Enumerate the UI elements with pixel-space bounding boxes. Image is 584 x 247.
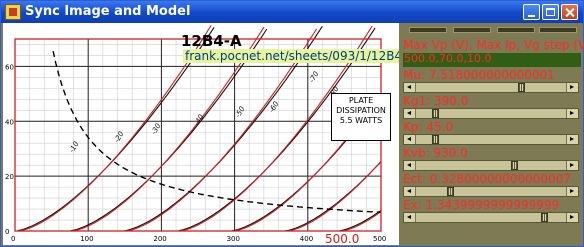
toggle-button[interactable]	[453, 27, 491, 33]
slider-thumb[interactable]	[432, 109, 439, 118]
y-tick-label: 40	[5, 118, 14, 126]
slider-thumb[interactable]	[518, 83, 525, 92]
curve-label: -50	[234, 105, 247, 119]
toggle-button[interactable]	[539, 27, 577, 33]
datasheet-title: 12B4-A	[181, 32, 242, 50]
slider-left-arrow-icon[interactable]	[404, 161, 416, 170]
toggle-button[interactable]	[409, 27, 447, 33]
slider-right-arrow-icon[interactable]	[566, 161, 578, 170]
param-label: Kp: 45.0	[403, 120, 454, 134]
toggle-row	[409, 27, 577, 33]
plate-box-line: DISSIPATION	[336, 106, 386, 115]
x-tick-label: 100	[80, 235, 93, 243]
param-slider[interactable]	[403, 108, 579, 119]
curve-label: -70	[308, 70, 321, 84]
curve-label: -30	[150, 122, 163, 136]
y-tick-label: 20	[5, 173, 14, 181]
plate-box-line: 5.5 WATTS	[339, 116, 383, 125]
slider-right-arrow-icon[interactable]	[566, 83, 578, 92]
param-label: Kvb: 930.0	[403, 146, 468, 160]
slider-left-arrow-icon[interactable]	[404, 213, 416, 222]
source-url-label: frank.pocnet.net/sheets/093/1/12B4A.pdf	[183, 49, 399, 63]
slider-left-arrow-icon[interactable]	[404, 83, 416, 92]
param-slider[interactable]	[403, 186, 579, 197]
max-values-input[interactable]: 500.0,70.0,10.0	[403, 53, 581, 67]
slider-left-arrow-icon[interactable]	[404, 135, 416, 144]
param-label: Kg1: 390.0	[403, 94, 469, 108]
param-label: Mu: 7.518000000000001	[403, 68, 555, 82]
x-max-label: 500.0	[325, 232, 360, 245]
window-title: Sync Image and Model	[25, 4, 191, 19]
slider-right-arrow-icon[interactable]	[566, 187, 578, 196]
datasheet-plot-area[interactable]: 0 100 200 300 400 500 0 20 40 60 -10 -20 -30 -40 -50 -6…	[3, 23, 399, 245]
y-tick-label: 60	[5, 63, 14, 71]
slider-left-arrow-icon[interactable]	[404, 109, 416, 118]
max-values-label: Max Vp (V), Max Ip, Vg step (V)	[403, 38, 584, 52]
slider-right-arrow-icon[interactable]	[566, 109, 578, 118]
slider-thumb[interactable]	[447, 187, 454, 196]
slider-left-arrow-icon[interactable]	[404, 187, 416, 196]
param-label: Ect: 0.32800000000000007	[403, 172, 571, 186]
slider-right-arrow-icon[interactable]	[566, 213, 578, 222]
slider-thumb[interactable]	[432, 135, 439, 144]
x-tick-label: 400	[300, 235, 313, 243]
param-slider[interactable]	[403, 134, 579, 145]
curve-label: -10	[68, 140, 81, 154]
plate-dissipation-box: PLATE DISSIPATION 5.5 WATTS	[331, 93, 391, 141]
curve-label: -20	[113, 130, 126, 144]
x-tick-label: 500	[373, 235, 386, 243]
x-tick-label: 300	[227, 235, 240, 243]
app-window: Sync Image and Model 0 100 200 300 400 500 0 20…	[0, 0, 584, 247]
datasheet-curve	[339, 209, 382, 232]
x-tick-label: 0	[11, 235, 15, 243]
minimize-button[interactable]	[523, 4, 540, 20]
y-tick-label: 0	[5, 228, 9, 236]
app-icon	[5, 4, 21, 20]
param-slider[interactable]	[403, 82, 579, 93]
param-label: Ex: 1.3439999999999999	[403, 198, 560, 212]
slider-thumb[interactable]	[511, 161, 518, 170]
slider-right-arrow-icon[interactable]	[566, 135, 578, 144]
close-button[interactable]	[561, 4, 578, 20]
plate-box-line: PLATE	[348, 96, 374, 105]
x-tick-label: 200	[153, 235, 166, 243]
model-parameters-panel: Max Vp (V), Max Ip, Vg step (V) 500.0,70…	[401, 23, 584, 245]
maximize-button[interactable]	[542, 4, 559, 20]
toggle-button[interactable]	[497, 27, 535, 33]
param-slider[interactable]	[403, 160, 579, 171]
slider-thumb[interactable]	[541, 213, 548, 222]
param-slider[interactable]	[403, 212, 579, 223]
title-bar[interactable]: Sync Image and Model	[1, 1, 583, 23]
